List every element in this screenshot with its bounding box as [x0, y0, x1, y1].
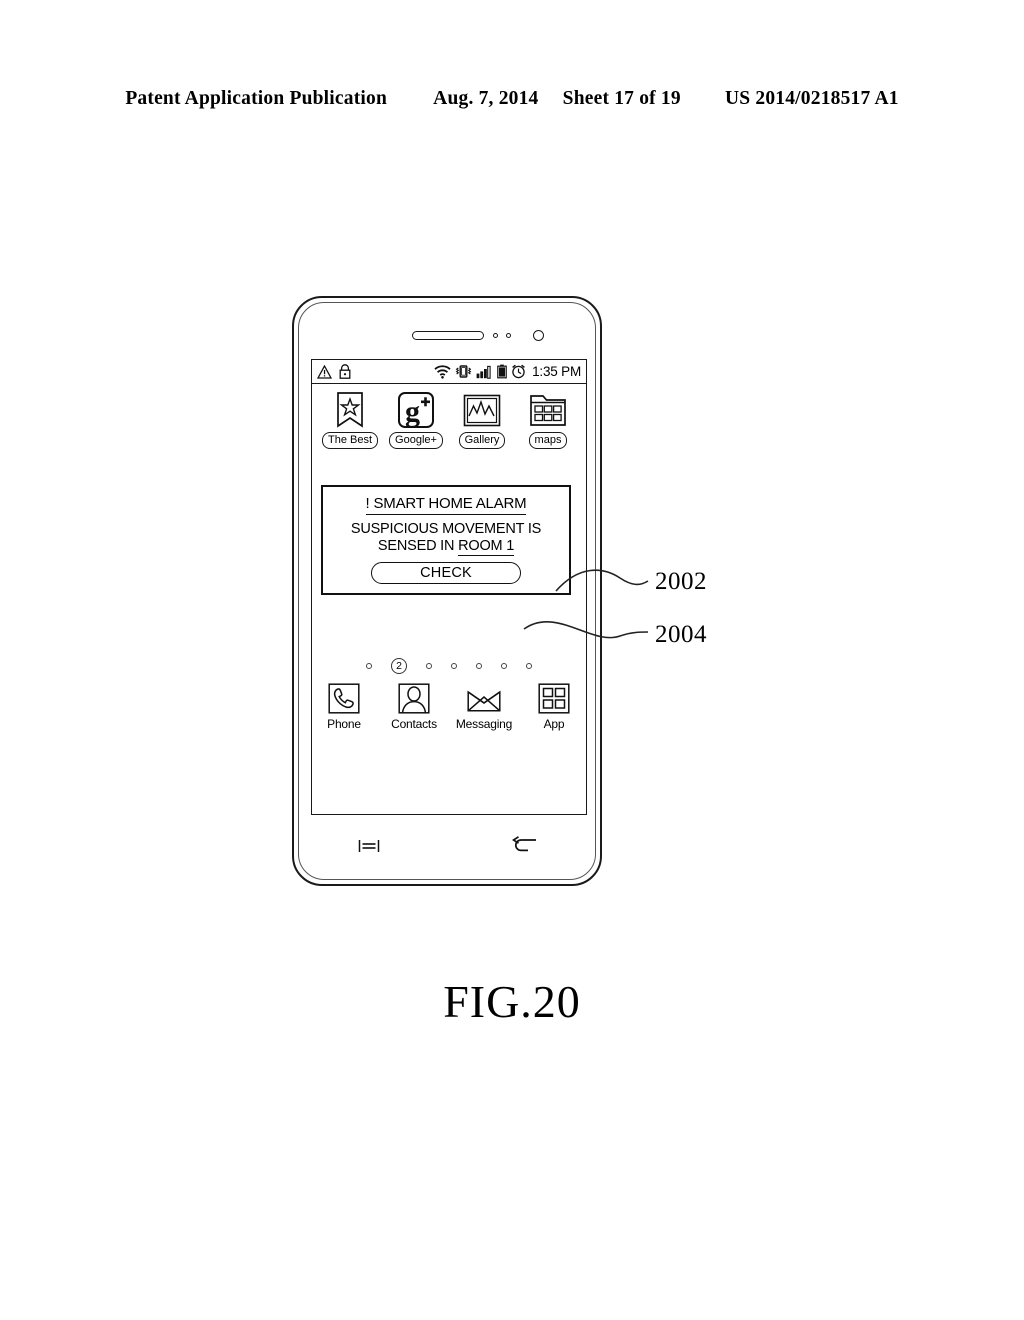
menu-lines-icon[interactable]: [358, 839, 380, 853]
patent-header-number: US 2014/0218517 A1: [724, 88, 899, 109]
wifi-icon: [434, 364, 451, 379]
google-plus-icon: g: [396, 390, 436, 430]
alarm-dialog-title-row: ! SMART HOME ALARM: [323, 495, 569, 515]
patent-header-sheet: Sheet 17 of 19: [562, 88, 681, 109]
patent-header: Patent Application Publication Aug. 7, 2…: [0, 88, 1024, 110]
gallery-picture-icon: [462, 390, 502, 430]
home-screen-app-grid: The Best g Google+ Gallery maps: [312, 390, 586, 449]
svg-text:g: g: [405, 395, 420, 428]
vibrate-icon: [455, 364, 472, 379]
app-label-maps: maps: [528, 432, 568, 449]
dock-label-app: App: [543, 717, 565, 731]
alarm-clock-icon: [511, 364, 526, 379]
status-bar-clock: 1:35 PM: [532, 364, 581, 379]
alarm-dialog-title: ! SMART HOME ALARM: [365, 495, 527, 515]
alarm-message-room-highlight: ROOM 1: [458, 538, 515, 556]
alarm-dialog-message: SUSPICIOUS MOVEMENT IS SENSED IN ROOM 1: [323, 521, 569, 556]
alarm-message-line-1: SUSPICIOUS MOVEMENT IS: [350, 521, 542, 537]
home-screen-dock: Phone Contacts Messaging App: [312, 682, 586, 731]
page-dot-5[interactable]: [476, 663, 482, 669]
dock-label-contacts: Contacts: [391, 717, 437, 731]
figure-caption: FIG.20: [443, 976, 581, 1027]
contact-person-icon: [396, 682, 432, 715]
dock-item-messaging[interactable]: Messaging: [455, 682, 513, 731]
callout-label-2004: 2004: [655, 621, 707, 648]
signal-bars-icon: [476, 365, 493, 379]
envelope-icon: [466, 682, 502, 715]
status-bar-right-icons: 1:35 PM: [434, 364, 581, 379]
alarm-dialog-actions: CHECK: [323, 562, 569, 584]
dock-label-messaging: Messaging: [455, 717, 513, 731]
phone-handset-icon: [326, 682, 362, 715]
proximity-sensor-icon: [493, 333, 498, 338]
warning-triangle-icon: [317, 364, 332, 379]
phone-device: 1:35 PM The Best g Google+ Gallery maps …: [292, 296, 602, 886]
page-dot-4[interactable]: [451, 663, 457, 669]
check-button[interactable]: CHECK: [371, 562, 521, 584]
earpiece-speaker: [412, 331, 484, 340]
smart-home-alarm-dialog: ! SMART HOME ALARM SUSPICIOUS MOVEMENT I…: [321, 485, 571, 595]
battery-icon: [497, 364, 507, 379]
app-label-the-best: The Best: [321, 432, 379, 449]
app-label-gallery: Gallery: [458, 432, 506, 449]
dock-item-phone[interactable]: Phone: [315, 682, 373, 731]
page-dot-1[interactable]: [366, 663, 372, 669]
callout-label-2002: 2002: [655, 568, 707, 595]
app-grid-icon: [536, 682, 572, 715]
page-dot-6[interactable]: [501, 663, 507, 669]
patent-header-date: Aug. 7, 2014: [433, 88, 539, 109]
light-sensor-icon: [506, 333, 511, 338]
back-arrow-icon[interactable]: [512, 836, 538, 854]
app-icon-the-best[interactable]: The Best: [321, 390, 379, 449]
status-bar-left-icons: [317, 364, 351, 379]
home-screen-page-indicator: 2: [312, 658, 586, 674]
app-icon-gallery[interactable]: Gallery: [456, 390, 508, 449]
front-camera-icon: [533, 330, 544, 341]
status-bar: 1:35 PM: [312, 360, 586, 384]
alarm-message-line-2-prefix: SENSED IN: [377, 538, 459, 554]
maps-folder-icon: [528, 390, 568, 430]
page-dot-3[interactable]: [426, 663, 432, 669]
page-dot-2-current[interactable]: 2: [391, 658, 407, 674]
patent-header-publication: Patent Application Publication: [125, 88, 388, 109]
page-dot-7[interactable]: [526, 663, 532, 669]
bookmark-star-icon: [330, 390, 370, 430]
app-icon-maps[interactable]: maps: [522, 390, 574, 449]
dock-item-contacts[interactable]: Contacts: [385, 682, 443, 731]
dock-label-phone: Phone: [327, 717, 361, 731]
app-icon-google-plus[interactable]: g Google+: [389, 390, 443, 449]
phone-screen: 1:35 PM The Best g Google+ Gallery maps …: [311, 359, 587, 815]
lock-icon: [339, 364, 351, 379]
dock-item-app[interactable]: App: [525, 682, 583, 731]
alarm-message-line-2: SENSED IN ROOM 1: [323, 538, 569, 556]
app-label-google-plus: Google+: [389, 432, 443, 449]
